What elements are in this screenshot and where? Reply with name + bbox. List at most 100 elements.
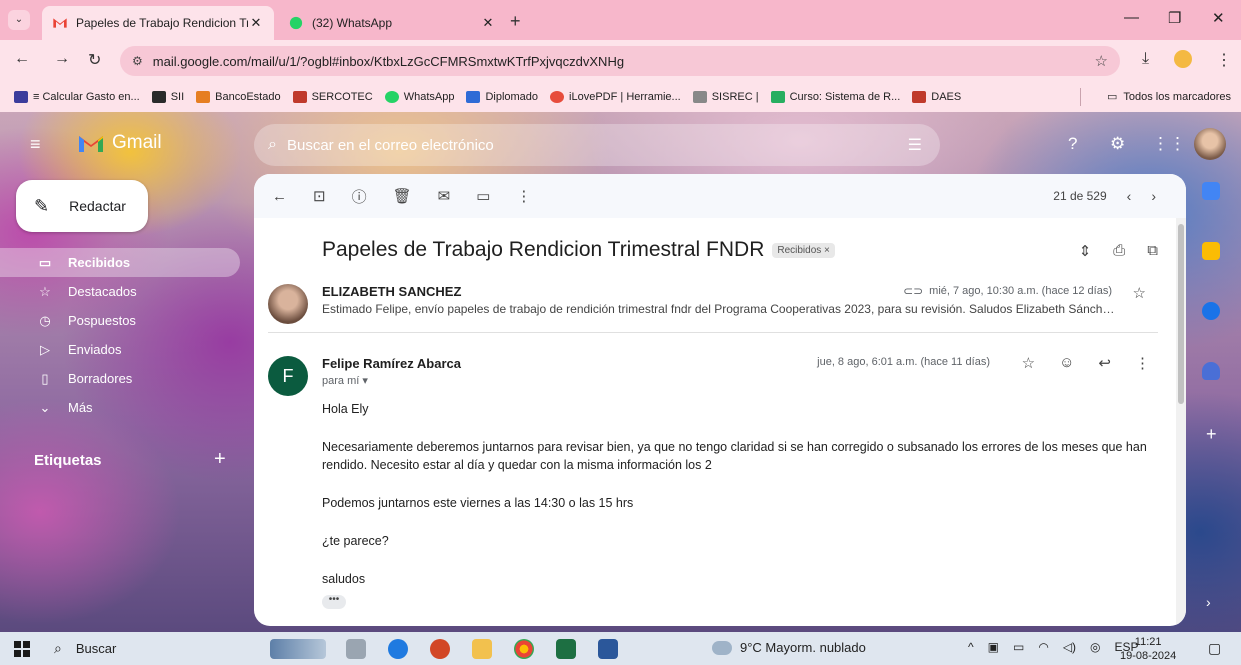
expand-all-icon[interactable]: ⇕ [1079, 242, 1092, 260]
search-options-icon[interactable]: ☰ [908, 135, 922, 155]
minimize-icon[interactable]: — [1124, 9, 1139, 26]
print-icon[interactable]: ⎙ [1113, 242, 1125, 260]
search-input[interactable]: ⌕ Buscar en el correo electrónico ☰ [254, 124, 940, 166]
sidebar-item-inbox[interactable]: ▭ Recibidos [0, 248, 240, 277]
back-to-inbox-icon[interactable]: ← [272, 188, 287, 205]
bookmark-item[interactable]: Curso: Sistema de R... [770, 91, 900, 103]
keep-icon[interactable] [1202, 242, 1220, 260]
sidebar-item-starred[interactable]: ☆ Destacados [0, 277, 240, 306]
chevron-left-icon[interactable]: ‹ [1127, 188, 1132, 204]
chevron-up-icon[interactable]: ^ [968, 640, 974, 654]
close-icon[interactable]: ✕ [480, 15, 496, 31]
bookmark-item[interactable]: WhatsApp [384, 91, 454, 103]
windows-taskbar: ⌕ Buscar 9°C Mayorm. nublado ^ ▣ ▭ ◠ ◁) … [0, 632, 1241, 665]
window-close-icon[interactable]: ✕ [1212, 9, 1225, 27]
star-icon[interactable]: ☆ [1022, 354, 1035, 372]
tray-app-icon[interactable]: ▣ [988, 640, 999, 654]
weather-widget[interactable]: 9°C Mayorm. nublado [712, 640, 866, 655]
tab-search-button[interactable]: ⌄ [8, 10, 30, 30]
browser-toolbar: ← → ↻ ⚙ mail.google.com/mail/u/1/?ogbl#i… [0, 40, 1241, 82]
add-label-button[interactable]: + [214, 448, 226, 471]
more-vert-icon[interactable]: ⋮ [1135, 354, 1150, 372]
all-bookmarks-button[interactable]: ▭ Todos los marcadores [1107, 90, 1231, 104]
file-explorer-icon[interactable] [472, 639, 492, 659]
bookmark-item[interactable]: BancoEstado [196, 91, 281, 103]
restore-icon[interactable]: ❐ [1168, 9, 1181, 27]
bookmark-item[interactable]: SERCOTEC [292, 91, 373, 103]
powerpoint-icon[interactable] [430, 639, 450, 659]
tasks-icon[interactable] [1202, 302, 1220, 320]
sidebar-item-sent[interactable]: ▷ Enviados [0, 335, 240, 364]
tab-title: Papeles de Trabajo Rendicion Tr [76, 16, 248, 30]
browser-menu-icon[interactable]: ⋮ [1216, 50, 1232, 70]
excel-icon[interactable] [556, 639, 576, 659]
account-avatar[interactable] [1194, 128, 1226, 160]
sidebar-item-snoozed[interactable]: ◷ Pospuestos [0, 306, 240, 335]
contacts-icon[interactable] [1202, 362, 1220, 380]
bookmark-item[interactable]: SISREC | [692, 91, 759, 103]
label-chip[interactable]: Recibidos × [772, 242, 835, 258]
report-spam-icon[interactable]: ⓘ [352, 186, 367, 207]
reload-icon[interactable]: ↻ [88, 50, 101, 70]
help-icon[interactable]: ? [1068, 134, 1077, 154]
show-trimmed-content-button[interactable]: ••• [322, 595, 346, 609]
scrollbar-thumb[interactable] [1178, 224, 1184, 404]
wifi-icon[interactable]: ◠ [1038, 640, 1048, 654]
emoji-reaction-icon[interactable]: ☺ [1059, 354, 1074, 372]
bookmark-icon [692, 91, 707, 103]
more-actions-icon[interactable]: ⋮ [516, 187, 531, 205]
search-highlight-icon[interactable] [270, 639, 326, 659]
battery-icon[interactable]: ▭ [1013, 640, 1024, 654]
sender-name: ELIZABETH SANCHEZ [322, 284, 462, 299]
mark-unread-icon[interactable]: ✉ [438, 187, 451, 205]
recipient-toggle[interactable]: para mí ▾ [322, 374, 368, 387]
open-new-window-icon[interactable]: ⧉ [1147, 242, 1158, 260]
close-icon[interactable]: ✕ [248, 15, 264, 31]
sidebar-item-more[interactable]: ⌄ Más [0, 393, 240, 422]
ime-icon[interactable]: ◎ [1090, 640, 1100, 654]
compose-button[interactable]: ✎ Redactar [16, 180, 148, 232]
taskbar-search[interactable]: ⌕ Buscar [46, 635, 256, 662]
download-icon[interactable]: ⤓ [1142, 50, 1149, 68]
add-addon-icon[interactable]: + [1206, 424, 1217, 445]
reply-icon[interactable]: ↩ [1098, 354, 1111, 372]
side-panel-toggle-icon[interactable]: › [1206, 594, 1211, 610]
address-bar[interactable]: ⚙ mail.google.com/mail/u/1/?ogbl#inbox/K… [120, 46, 1120, 76]
edge-icon[interactable] [388, 639, 408, 659]
star-icon[interactable]: ☆ [1133, 284, 1146, 302]
new-tab-button[interactable]: + [510, 11, 521, 32]
search-icon[interactable]: ⌕ [268, 136, 277, 154]
gear-icon[interactable]: ⚙ [1110, 134, 1125, 154]
move-to-icon[interactable]: ▭ [476, 187, 490, 205]
chrome-icon[interactable] [514, 639, 534, 659]
clock-time: 11:21 [1134, 636, 1162, 648]
bookmark-item[interactable]: Diplomado [466, 91, 538, 103]
bookmark-star-icon[interactable]: ☆ [1095, 52, 1108, 70]
profile-icon[interactable] [1174, 50, 1192, 68]
back-icon[interactable]: ← [14, 50, 30, 68]
sidebar-item-drafts[interactable]: ▯ Borradores [0, 364, 240, 393]
main-menu-icon[interactable]: ≡ [30, 134, 41, 155]
system-clock[interactable]: 11:21 19-08-2024 [1120, 635, 1176, 663]
apps-grid-icon[interactable]: ⋮⋮ [1152, 134, 1186, 154]
tab-gmail[interactable]: Papeles de Trabajo Rendicion Tr ✕ [42, 6, 274, 40]
word-icon[interactable] [598, 639, 618, 659]
tab-whatsapp[interactable]: (32) WhatsApp ✕ [278, 6, 506, 40]
forward-icon[interactable]: → [54, 50, 70, 68]
bookmark-item[interactable]: DAES [912, 91, 961, 103]
body-paragraph: Hola Ely [322, 402, 369, 416]
notification-icon[interactable]: ▢ [1208, 640, 1221, 657]
bookmark-item[interactable]: ≡ Calcular Gasto en... [14, 91, 140, 103]
scrollbar[interactable] [1176, 218, 1186, 626]
calendar-icon[interactable] [1202, 182, 1220, 200]
volume-icon[interactable]: ◁) [1063, 640, 1076, 654]
gmail-logo[interactable]: Gmail [78, 132, 162, 154]
trash-icon[interactable]: 🗑 [393, 187, 412, 205]
task-view-icon[interactable] [346, 639, 366, 659]
bookmark-item[interactable]: iLovePDF | Herramie... [550, 91, 681, 103]
bookmark-item[interactable]: SII [151, 91, 184, 103]
chevron-right-icon[interactable]: › [1151, 188, 1156, 204]
site-info-icon[interactable]: ⚙ [132, 54, 143, 68]
archive-icon[interactable]: ⊡ [313, 187, 326, 205]
windows-start-icon[interactable] [14, 641, 30, 657]
